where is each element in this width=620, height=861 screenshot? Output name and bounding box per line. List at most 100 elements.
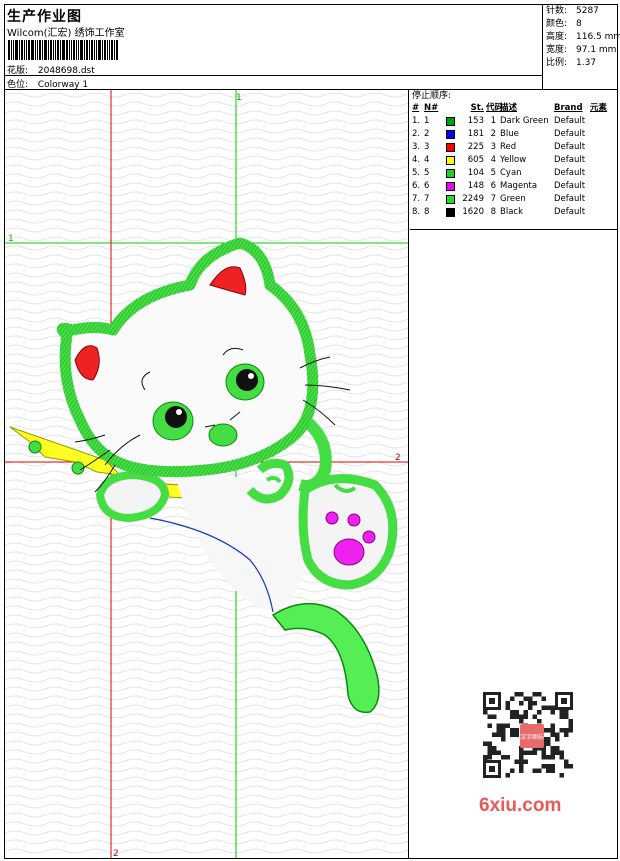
row-desc: Magenta (500, 181, 538, 191)
row-n: 7 (424, 194, 430, 204)
col-elem: 元素 (590, 103, 608, 113)
row-stitches: 104 (467, 168, 484, 178)
row-elem (590, 128, 616, 141)
page-title: 生产作业图 (7, 9, 82, 25)
stat-scale: 比例: 1.37 (546, 58, 597, 68)
col-desc: 描述 (500, 103, 518, 113)
color-swatch (445, 117, 455, 126)
table-row: 3. 3 225 3 Red Default (410, 141, 617, 154)
table-row: 7. 7 2249 7 Green Default (410, 193, 617, 206)
cat-eye-shine-right (248, 373, 254, 379)
marker-red-bottom: 2 (113, 849, 119, 858)
row-swatch (440, 193, 460, 206)
row-desc: Black (500, 207, 523, 217)
row-elem (590, 206, 616, 219)
row-stitches: 605 (467, 155, 484, 165)
col-swatch (440, 102, 460, 115)
row-code: 2 (490, 129, 496, 139)
row-code: 8 (490, 207, 496, 217)
paw-pad-2 (347, 513, 361, 527)
marker-green-left: 1 (8, 234, 14, 244)
color-swatch (445, 156, 455, 165)
row-n: 2 (424, 129, 430, 139)
row-code: 4 (490, 155, 496, 165)
header-divider (5, 75, 543, 76)
row-brand: Default (554, 168, 586, 178)
color-sequence-table: 停止顺序: # N# St. 代码 描述 Brand 元素 1. 1 153 1 Dar… (410, 90, 617, 230)
row-brand: Default (554, 129, 586, 139)
row-desc: Cyan (500, 168, 522, 178)
design-stats: 针数: 5287 颜色: 8 高度: 116.5 mm 宽度: 97.1 mm 比例: 1… (544, 5, 620, 89)
row-n: 3 (424, 142, 430, 152)
cat-eye-shine-left (176, 409, 182, 415)
col-n: N# (424, 103, 439, 113)
row-stitches: 148 (467, 181, 484, 191)
table-row: 1. 1 153 1 Dark Green Default (410, 115, 617, 128)
table-row: 2. 2 181 2 Blue Default (410, 128, 617, 141)
row-idx: 3. (412, 142, 421, 152)
color-table-rows: 1. 1 153 1 Dark Green Default 2. 2 181 2 Blue Defau… (410, 115, 617, 219)
row-n: 6 (424, 181, 430, 191)
col-idx: # (412, 103, 420, 113)
row-code: 7 (490, 194, 496, 204)
col-brand: Brand (554, 103, 583, 113)
row-code: 5 (490, 168, 496, 178)
col-code: 代码 (486, 103, 504, 113)
row-brand: Default (554, 194, 586, 204)
marker-green-top: 1 (236, 93, 242, 103)
row-desc: Yellow (500, 155, 527, 165)
header-info: 生产作业图 Wilcom(汇宏) 绣饰工作室 花版: 2048698.dst 色… (5, 5, 543, 90)
row-brand: Default (554, 181, 586, 191)
row-n: 8 (424, 207, 430, 217)
row-swatch (440, 141, 460, 154)
row-n: 4 (424, 155, 430, 165)
row-code: 6 (490, 181, 496, 191)
row-brand: Default (554, 207, 586, 217)
row-code: 1 (490, 116, 496, 126)
row-idx: 7. (412, 194, 421, 204)
worksheet-frame: 生产作业图 Wilcom(汇宏) 绣饰工作室 花版: 2048698.dst 色… (4, 4, 620, 859)
table-row: 8. 8 1620 8 Black Default (410, 206, 617, 219)
color-swatch (445, 195, 455, 204)
row-elem (590, 141, 616, 154)
row-stitches: 2249 (462, 194, 484, 204)
cat-pupil-left (165, 406, 187, 428)
embroidery-preview: 1 1 2 2 (5, 90, 409, 858)
row-idx: 6. (412, 181, 421, 191)
stat-height: 高度: 116.5 mm (546, 32, 620, 42)
row-n: 5 (424, 168, 430, 178)
color-swatch (445, 143, 455, 152)
row-elem (590, 193, 616, 206)
stat-width: 宽度: 97.1 mm (546, 45, 617, 55)
row-brand: Default (554, 116, 586, 126)
qr-stamp-text: 汉字图标 (520, 733, 544, 741)
color-swatch (445, 130, 455, 139)
row-desc: Blue (500, 129, 519, 139)
row-desc: Red (500, 142, 517, 152)
row-stitches: 225 (467, 142, 484, 152)
row-code: 3 (490, 142, 496, 152)
row-swatch (440, 154, 460, 167)
row-stitches: 153 (467, 116, 484, 126)
paw-pad-main (333, 538, 365, 566)
table-row: 5. 5 104 5 Cyan Default (410, 167, 617, 180)
cat-back-paw (298, 474, 398, 590)
bow-dot-2 (71, 461, 85, 475)
row-desc: Green (500, 194, 526, 204)
col-st: St. (470, 103, 484, 113)
row-n: 1 (424, 116, 430, 126)
row-swatch (440, 167, 460, 180)
color-swatch (445, 182, 455, 191)
qr-code: 汉字图标 (478, 688, 578, 783)
row-stitches: 1620 (462, 207, 484, 217)
row-swatch (440, 115, 460, 128)
cat-nose (208, 423, 238, 447)
paw-pad-3 (362, 530, 376, 544)
color-swatch (445, 169, 455, 178)
color-table-title: 停止顺序: (412, 91, 452, 101)
row-desc: Dark Green (500, 116, 549, 126)
color-table-header: # N# St. 代码 描述 Brand 元素 (410, 102, 617, 115)
row-idx: 5. (412, 168, 421, 178)
row-swatch (440, 206, 460, 219)
table-row: 4. 4 605 4 Yellow Default (410, 154, 617, 167)
